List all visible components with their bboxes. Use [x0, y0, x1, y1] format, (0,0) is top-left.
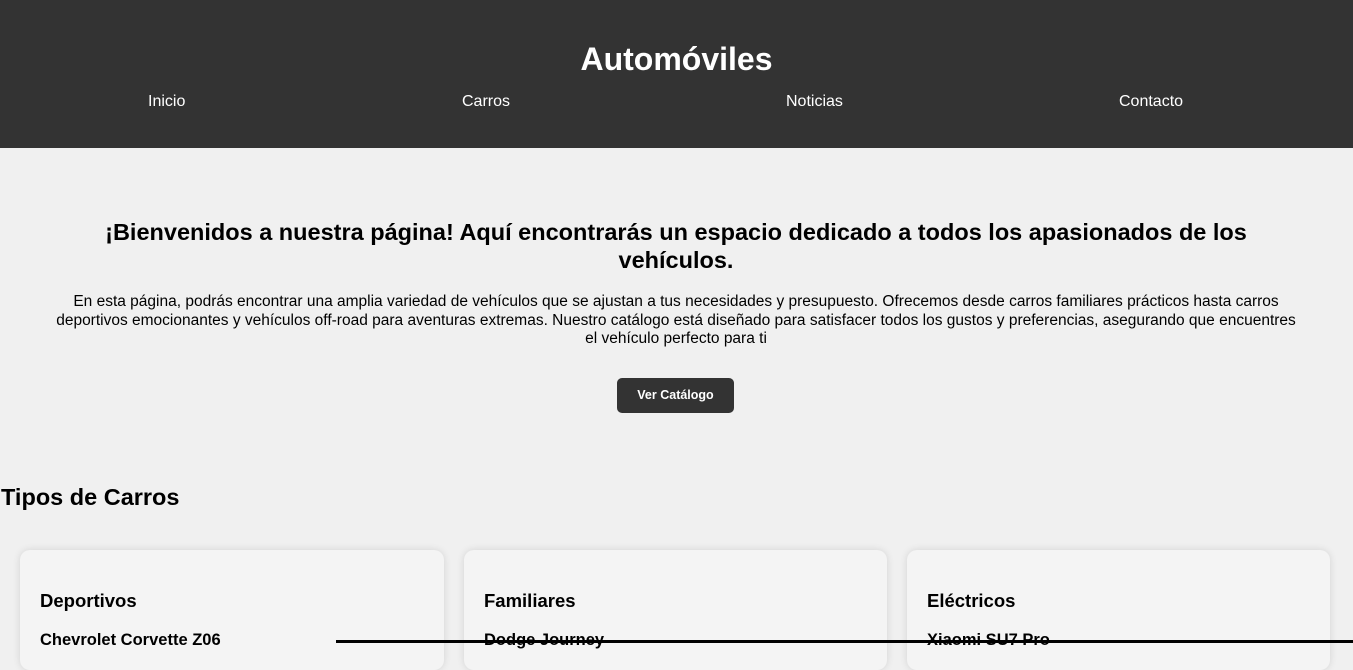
nav-link-inicio[interactable]: Inicio: [148, 93, 185, 111]
card-familiares: Familiares Dodge Journey: [464, 550, 887, 670]
card-title: Eléctricos: [927, 590, 1016, 611]
card-deportivos: Deportivos Chevrolet Corvette Z06: [20, 550, 444, 670]
types-section-title: Tipos de Carros: [1, 484, 180, 510]
nav-link-noticias[interactable]: Noticias: [786, 93, 843, 111]
site-title: Automóviles: [580, 41, 773, 77]
site-header: Automóviles Inicio Carros Noticias Conta…: [0, 0, 1353, 148]
nav-link-contacto[interactable]: Contacto: [1119, 93, 1183, 111]
card-title: Deportivos: [40, 590, 137, 611]
hero-text: En esta página, podrás encontrar una amp…: [56, 293, 1296, 347]
nav-link-carros[interactable]: Carros: [462, 93, 510, 111]
card-electricos: Eléctricos Xiaomi SU7 Pro: [907, 550, 1330, 670]
hero-title: ¡Bienvenidos a nuestra página! Aquí enco…: [105, 219, 1247, 273]
card-title: Familiares: [484, 590, 576, 611]
catalog-button[interactable]: Ver Catálogo: [617, 378, 734, 413]
card-item: Chevrolet Corvette Z06: [40, 631, 221, 649]
